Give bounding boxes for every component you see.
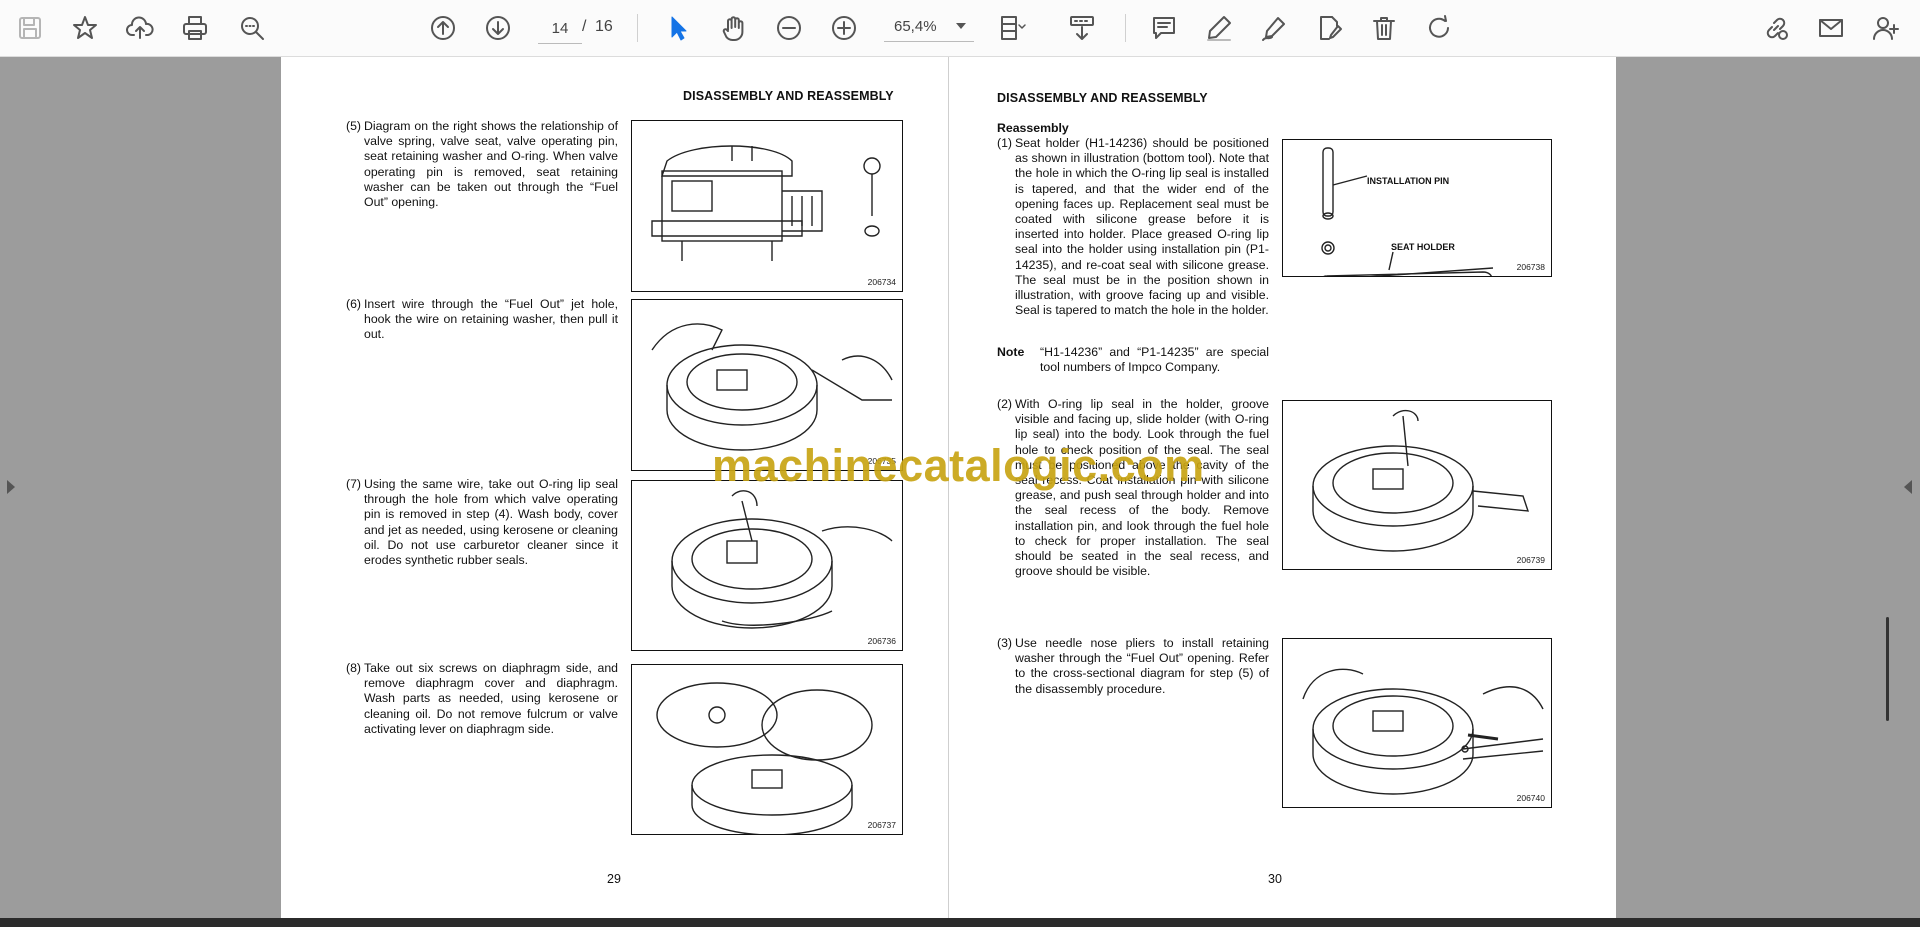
add-user-icon[interactable]: [1868, 10, 1904, 46]
figure-number: 206740: [1516, 793, 1545, 803]
previous-page-icon[interactable]: [425, 10, 461, 46]
delete-trash-icon[interactable]: [1366, 10, 1402, 46]
page-separator: /: [582, 18, 587, 35]
toolbar: / 16 65,4%: [0, 0, 1920, 57]
section-heading: Reassembly: [997, 121, 1069, 135]
next-page-icon[interactable]: [480, 10, 516, 46]
step-text: Use needle nose pliers to install retain…: [1015, 636, 1269, 696]
step-number: (2): [997, 397, 1013, 411]
note-text: “H1-14236” and “P1-14235” are special to…: [1040, 345, 1269, 375]
zoom-select[interactable]: 65,4%: [884, 13, 974, 42]
share-link-icon[interactable]: [1758, 10, 1794, 46]
zoom-out-icon[interactable]: [771, 10, 807, 46]
bottom-bar: [0, 918, 1920, 927]
step-text: Take out six screws on diaphragm side, a…: [364, 661, 618, 736]
page-total: 16: [595, 18, 613, 35]
step-text: Using the same wire, take out O-ring lip…: [364, 477, 618, 568]
page-number: 29: [607, 872, 621, 886]
page-display-icon[interactable]: [994, 10, 1030, 46]
left-panel-toggle-icon[interactable]: [7, 480, 15, 494]
cloud-upload-icon[interactable]: [122, 10, 158, 46]
step-text: Seat holder (H1-14236) should be positio…: [1015, 136, 1269, 318]
zoom-in-icon[interactable]: [826, 10, 862, 46]
note-label: Note: [997, 345, 1025, 359]
watermark-text: machinecatalogic.com: [712, 440, 1205, 491]
toolbar-divider: [1125, 14, 1126, 42]
label-seat-holder: SEAT HOLDER: [1391, 242, 1455, 252]
figure-seal-install: 206739: [1282, 400, 1552, 570]
step-number: (8): [346, 661, 362, 675]
hand-tool-icon[interactable]: [715, 10, 751, 46]
step-number: (5): [346, 119, 362, 133]
figure-number: 206739: [1516, 555, 1545, 565]
zoom-search-icon[interactable]: [234, 10, 270, 46]
bookmark-star-icon[interactable]: [67, 10, 103, 46]
figure-oring-removal: 206736: [631, 480, 903, 651]
toolbar-divider: [637, 14, 638, 42]
figure-number: 206736: [867, 636, 896, 646]
comment-icon[interactable]: [1146, 10, 1182, 46]
highlight-pen-icon[interactable]: [1201, 10, 1237, 46]
email-icon[interactable]: [1813, 10, 1849, 46]
print-icon[interactable]: [177, 10, 213, 46]
step-text: Insert wire through the “Fuel Out” jet h…: [364, 297, 618, 342]
step-number: (1): [997, 136, 1013, 150]
figure-valve-diagram: 206734: [631, 120, 903, 292]
zoom-value: 65,4%: [894, 18, 937, 35]
select-cursor-icon[interactable]: [660, 10, 696, 46]
figure-number: 206734: [867, 277, 896, 287]
page-number: 30: [1268, 872, 1282, 886]
step-text: Diagram on the right shows the relations…: [364, 119, 618, 210]
figure-retaining-washer: 206740: [1282, 638, 1552, 808]
figure-number: 206737: [867, 820, 896, 830]
page-header: DISASSEMBLY AND REASSEMBLY: [997, 91, 1208, 105]
draw-signature-icon[interactable]: [1256, 10, 1292, 46]
figure-diaphragm-cover: 206737: [631, 664, 903, 835]
page-header: DISASSEMBLY AND REASSEMBLY: [683, 89, 894, 103]
redo-rotate-icon[interactable]: [1421, 10, 1457, 46]
page-number-input[interactable]: [538, 13, 582, 44]
vertical-scrollbar[interactable]: [1886, 617, 1889, 721]
step-number: (6): [346, 297, 362, 311]
chevron-down-icon: [956, 23, 966, 29]
label-installation-pin: INSTALLATION PIN: [1367, 176, 1450, 186]
save-icon[interactable]: [12, 10, 48, 46]
figure-seat-holder-tool: INSTALLATION PIN SEAT HOLDER 206738: [1282, 139, 1552, 277]
figure-number: 206738: [1516, 262, 1545, 272]
edit-pdf-icon[interactable]: [1311, 10, 1347, 46]
step-number: (3): [997, 636, 1013, 650]
step-number: (7): [346, 477, 362, 491]
right-panel-toggle-icon[interactable]: [1904, 480, 1912, 494]
scroll-mode-icon[interactable]: [1064, 10, 1100, 46]
